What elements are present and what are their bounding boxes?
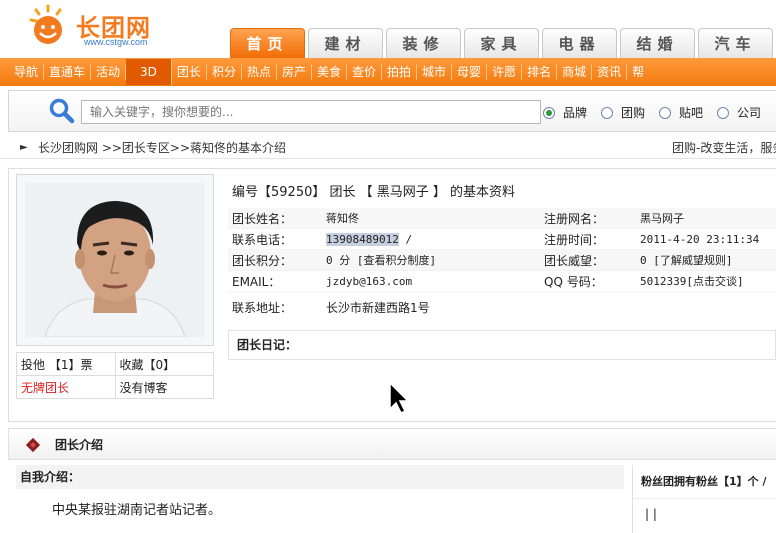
main-tabs: 首页 建材 装修 家具 电器 结婚 汽车 [230,28,773,58]
tab-building-materials[interactable]: 建材 [308,28,383,58]
subnav-3d[interactable]: 3D [126,59,172,85]
address-value: 长沙市新建西路1号 [326,300,430,315]
breadcrumb: ► 长沙团购网 >>团长专区>>蒋知佟的基本介绍 团购-改变生活，服务 [0,137,776,159]
subnav-hot[interactable]: 热点 [242,64,277,80]
tab-auto[interactable]: 汽车 [698,28,773,58]
address-label: 联系地址： [232,300,293,315]
fans-label: 粉丝团拥有粉丝【1】个 / [633,465,776,499]
brand-status-link[interactable]: 无牌团长 [16,375,116,399]
subnav-news[interactable]: 资讯 [592,64,628,80]
phone-suffix: / [398,232,413,246]
leader-diary: 团长日记： [228,330,776,360]
regname-value: 黑马网子 [640,212,684,225]
self-intro-label: 自我介绍： [16,465,624,489]
email-value: jzdyb@163.com [326,274,413,288]
vote-link[interactable]: 投他 【1】票 [16,352,116,376]
collect-link[interactable]: 收藏【0】 [114,352,214,376]
subnav-help[interactable]: 帮 [627,64,649,80]
subnav-auction[interactable]: 拍拍 [382,64,418,80]
points-label: 团长积分： [232,253,293,268]
leader-photo-frame [16,174,214,346]
self-intro: 自我介绍： 中央某报驻湖南记者站记者。 [16,465,624,533]
breadcrumb-arrow-icon: ► [20,142,28,153]
regtime-value: 2011-4-20 23:11:34 [640,232,760,246]
tab-decoration[interactable]: 装修 [386,28,461,58]
subnav-baby[interactable]: 母婴 [452,64,488,80]
fans-list: | | [645,507,657,521]
subnav-food[interactable]: 美食 [312,64,347,80]
fans-panel: 粉丝团拥有粉丝【1】个 / | | [632,465,776,533]
phone-label: 联系电话： [232,232,293,247]
radio-forum[interactable]: 贴吧 [659,104,703,121]
diamond-icon [25,437,41,453]
qq-label: QQ 号码： [544,274,603,289]
info-row-address: 联系地址： 长沙市新建西路1号 [228,292,776,322]
profile-title: 编号【59250】 团长 【 黑马网子 】 的基本资料 [232,185,516,200]
regtime-label: 注册时间： [544,232,605,247]
site-slogan: 团购-改变生活，服务 [672,141,776,155]
prestige-value[interactable]: 0 [了解威望规则] [640,252,776,268]
site-logo[interactable]: 长团网 www.cstgw.com [28,4,178,48]
search-input[interactable] [81,100,541,124]
subnav-price[interactable]: 查价 [347,64,383,80]
tab-home[interactable]: 首页 [230,28,305,58]
radio-dot[interactable] [601,106,614,119]
info-row: 联系电话： 13908489012 / 注册时间： 2011-4-20 23:1… [228,229,776,250]
subnav-leader[interactable]: 团长 [172,64,207,80]
radio-brand[interactable]: 品牌 [543,104,587,121]
subnav-ranking[interactable]: 排名 [522,64,558,80]
breadcrumb-path[interactable]: 长沙团购网 >>团长专区>>蒋知佟的基本介绍 [38,137,286,159]
portrait-image [25,183,205,337]
search-bar: 品牌 团购 贴吧 公司 [8,90,776,132]
info-row: 团长积分： 0 分 [查看积分制度] 团长威望： 0 [了解威望规则] [228,250,776,271]
radio-dot[interactable] [717,106,730,119]
subnav-wish[interactable]: 许愿 [487,64,523,80]
radio-company[interactable]: 公司 [717,104,761,121]
sub-navigation: 导航 直通车 活动 3D 团长 积分 热点 房产 美食 查价 拍拍 城市 母婴 … [0,58,776,86]
search-icon[interactable] [49,98,75,124]
phone-value[interactable]: 13908489012 [326,232,399,246]
profile-info-table: 团长姓名： 蒋知佟 注册网名： 黑马网子 联系电话： 13908489012 /… [228,208,776,322]
search-type-options: 品牌 团购 贴吧 公司 [543,104,775,121]
email-label: EMAIL： [232,274,281,289]
intro-section-header: 团长介绍 [8,428,776,460]
leader-photo [25,183,205,337]
subnav-realestate[interactable]: 房产 [277,64,312,80]
mouse-cursor-icon [389,381,410,415]
tab-wedding[interactable]: 结婚 [620,28,695,58]
self-intro-text: 中央某报驻湖南记者站记者。 [52,503,222,518]
intro-section-title: 团长介绍 [55,438,104,452]
smiley-logo-icon [29,4,62,44]
site-url: www.cstgw.com [84,37,148,47]
subnav-points[interactable]: 积分 [207,64,242,80]
subnav-mall[interactable]: 商城 [557,64,593,80]
subnav-express[interactable]: 直通车 [44,64,92,80]
points-value[interactable]: 0 分 [查看积分制度] [326,252,544,268]
qq-value[interactable]: 5012339[点击交谈] [640,273,776,289]
tab-appliances[interactable]: 电器 [542,28,617,58]
prestige-label: 团长威望： [544,253,605,268]
info-row: EMAIL： jzdyb@163.com QQ 号码： 5012339[点击交谈… [228,271,776,292]
info-row: 团长姓名： 蒋知佟 注册网名： 黑马网子 [228,208,776,229]
radio-groupbuy[interactable]: 团购 [601,104,645,121]
name-label: 团长姓名： [232,211,293,226]
radio-dot[interactable] [543,106,555,119]
subnav-city[interactable]: 城市 [417,64,453,80]
regname-label: 注册网名： [544,211,605,226]
name-value: 蒋知佟 [326,212,359,225]
subnav-guide[interactable]: 导航 [0,64,45,80]
leader-stats: 投他 【1】票 收藏【0】 无牌团长 没有博客 [16,352,214,399]
radio-dot[interactable] [659,106,672,119]
subnav-events[interactable]: 活动 [91,64,127,80]
tab-furniture[interactable]: 家具 [464,28,539,58]
blog-status: 没有博客 [114,375,214,399]
